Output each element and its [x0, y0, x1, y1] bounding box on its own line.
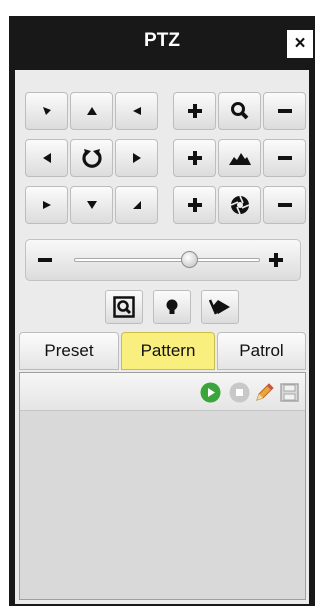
speed-decrease-button[interactable]	[36, 240, 60, 280]
tab-pattern[interactable]: Pattern	[121, 332, 215, 370]
rotate-icon	[81, 149, 102, 168]
iris-icon-cell	[218, 186, 261, 224]
pattern-toolbar	[20, 373, 305, 411]
wiper-icon	[208, 299, 230, 315]
minus-icon	[38, 258, 52, 262]
zoom-frame-icon	[113, 296, 135, 318]
arrow-up-right-icon	[132, 107, 141, 115]
arrow-up-icon	[86, 107, 97, 115]
pan-down-button[interactable]	[70, 186, 113, 224]
plus-icon	[187, 198, 202, 212]
focus-icon-cell	[218, 139, 261, 177]
aperture-icon	[230, 195, 249, 215]
focus-near-button[interactable]	[173, 139, 216, 177]
zoom-in-button[interactable]	[173, 92, 216, 130]
pan-up-right-button[interactable]	[115, 92, 158, 130]
plus-icon	[187, 104, 202, 118]
edit-pencil-icon[interactable]	[254, 382, 275, 403]
arrow-down-right-icon	[132, 201, 141, 209]
minus-icon	[277, 203, 292, 207]
arrow-left-icon	[42, 153, 51, 163]
plus-icon	[187, 151, 202, 165]
light-bulb-icon	[166, 299, 178, 314]
ptz-body: Preset Pattern Patrol	[15, 70, 309, 604]
mountain-icon	[228, 153, 251, 165]
pan-down-right-button[interactable]	[115, 186, 158, 224]
stop-icon[interactable]	[229, 382, 250, 403]
zoom-icon-cell	[218, 92, 261, 130]
title-bar: PTZ ×	[9, 16, 315, 70]
pan-up-button[interactable]	[70, 92, 113, 130]
auto-scan-button[interactable]	[70, 139, 113, 177]
ptz-panel: PTZ × Preset Pattern Patrol	[9, 16, 315, 606]
speed-slider-track[interactable]	[74, 258, 260, 262]
light-button[interactable]	[153, 290, 191, 324]
arrow-down-left-icon	[42, 201, 51, 209]
focus-far-button[interactable]	[263, 139, 306, 177]
speed-slider-bar	[25, 239, 301, 281]
save-disk-icon[interactable]	[279, 382, 300, 403]
arrow-up-left-icon	[42, 107, 51, 115]
wiper-button[interactable]	[201, 290, 239, 324]
magnifier-icon	[230, 102, 248, 120]
iris-close-button[interactable]	[263, 186, 306, 224]
panel-title: PTZ	[144, 30, 180, 51]
play-icon[interactable]	[200, 382, 221, 403]
pattern-list[interactable]	[19, 372, 306, 600]
minus-icon	[277, 156, 292, 160]
close-button[interactable]: ×	[287, 30, 313, 58]
pan-down-left-button[interactable]	[25, 186, 68, 224]
speed-increase-button[interactable]	[267, 240, 291, 280]
iris-open-button[interactable]	[173, 186, 216, 224]
arrow-down-icon	[86, 201, 97, 209]
3d-zoom-button[interactable]	[105, 290, 143, 324]
plus-icon	[269, 253, 283, 267]
minus-icon	[277, 109, 292, 113]
zoom-out-button[interactable]	[263, 92, 306, 130]
arrow-right-icon	[132, 153, 141, 163]
tab-preset[interactable]: Preset	[19, 332, 119, 370]
pan-left-button[interactable]	[25, 139, 68, 177]
tab-patrol[interactable]: Patrol	[217, 332, 306, 370]
pan-up-left-button[interactable]	[25, 92, 68, 130]
pan-right-button[interactable]	[115, 139, 158, 177]
speed-slider-handle[interactable]	[180, 251, 198, 268]
